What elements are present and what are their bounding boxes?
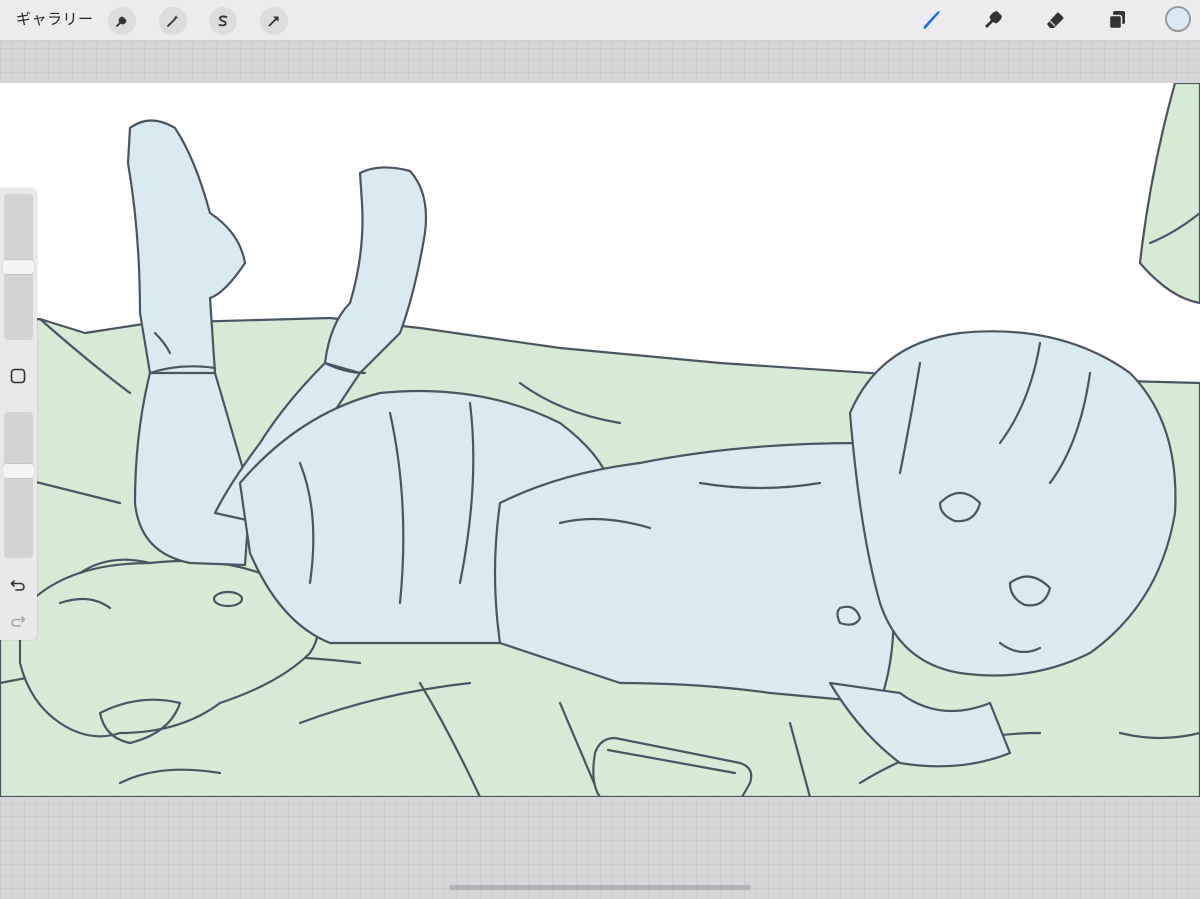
selection-s-icon[interactable] — [209, 7, 237, 35]
eraser-icon[interactable] — [1041, 6, 1069, 34]
arrow-cursor-icon[interactable] — [260, 7, 288, 35]
brush-size-thumb[interactable] — [3, 260, 34, 274]
home-indicator[interactable] — [449, 885, 751, 890]
gallery-button[interactable]: ギャラリー — [16, 8, 94, 30]
opacity-thumb[interactable] — [3, 464, 34, 478]
brush-icon[interactable] — [918, 6, 946, 34]
brush-size-slider[interactable] — [3, 194, 34, 340]
left-sidebar — [0, 188, 37, 640]
square-icon[interactable] — [6, 364, 30, 388]
redo-icon[interactable] — [6, 608, 30, 632]
line-art-illustration — [0, 83, 1200, 797]
drawing-canvas[interactable] — [0, 83, 1200, 797]
top-toolbar: ギャラリー — [0, 0, 1200, 41]
undo-icon[interactable] — [6, 572, 30, 596]
magic-wand-icon[interactable] — [159, 7, 187, 35]
smudge-icon[interactable] — [980, 6, 1008, 34]
color-picker-swatch[interactable] — [1165, 6, 1191, 32]
opacity-slider[interactable] — [3, 412, 34, 558]
wrench-icon[interactable] — [108, 7, 136, 35]
layers-icon[interactable] — [1103, 6, 1131, 34]
